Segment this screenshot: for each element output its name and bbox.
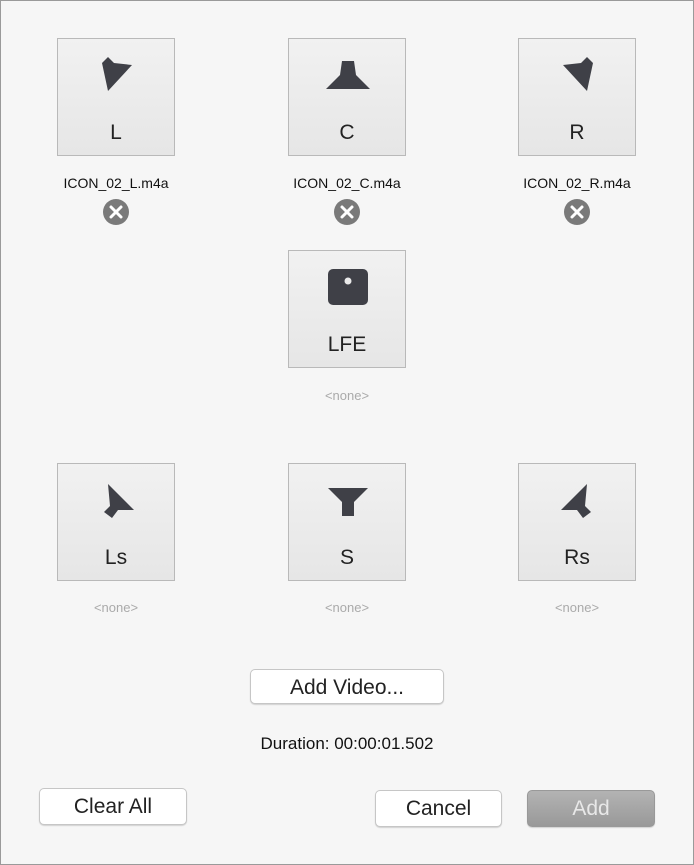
channel-L-filename: ICON_02_L.m4a [63, 175, 169, 191]
speaker-surround-right-icon [561, 484, 591, 518]
channel-LFE-filename: <none> [324, 388, 370, 403]
channel-Rs-button[interactable]: Rs [518, 463, 636, 581]
channel-L-button[interactable]: L [57, 38, 175, 156]
speaker-front-right-icon [563, 57, 593, 91]
channel-Ls-button[interactable]: Ls [57, 463, 175, 581]
channel-C-button[interactable]: C [288, 38, 406, 156]
speaker-front-left-icon [102, 57, 132, 91]
channel-label: LFE [327, 333, 367, 356]
speaker-center-icon [326, 61, 370, 89]
channel-LFE-button[interactable]: LFE [288, 250, 406, 368]
channel-C-filename: ICON_02_C.m4a [293, 175, 401, 191]
channel-Rs-filename: <none> [554, 600, 600, 615]
speaker-surround-icon [328, 488, 368, 516]
channel-S-filename: <none> [324, 600, 370, 615]
clear-all-button[interactable]: Clear All [39, 788, 187, 825]
channel-label: Rs [564, 546, 590, 569]
channel-label: S [339, 546, 354, 569]
add-button[interactable]: Add [527, 790, 655, 827]
channel-label: C [339, 121, 355, 144]
remove-R-icon[interactable] [564, 199, 590, 225]
channel-label: L [110, 121, 122, 144]
remove-C-icon[interactable] [334, 199, 360, 225]
speaker-surround-left-icon [104, 484, 134, 518]
add-video-button[interactable]: Add Video... [250, 669, 444, 704]
channel-label: Ls [104, 546, 128, 569]
channel-label: R [569, 121, 585, 144]
channel-Ls-filename: <none> [93, 600, 139, 615]
remove-L-icon[interactable] [103, 199, 129, 225]
subwoofer-icon [328, 269, 368, 305]
channel-S-button[interactable]: S [288, 463, 406, 581]
cancel-button[interactable]: Cancel [375, 790, 502, 827]
channel-R-filename: ICON_02_R.m4a [523, 175, 631, 191]
channel-R-button[interactable]: R [518, 38, 636, 156]
duration-label: Duration: 00:00:01.502 [260, 734, 434, 753]
